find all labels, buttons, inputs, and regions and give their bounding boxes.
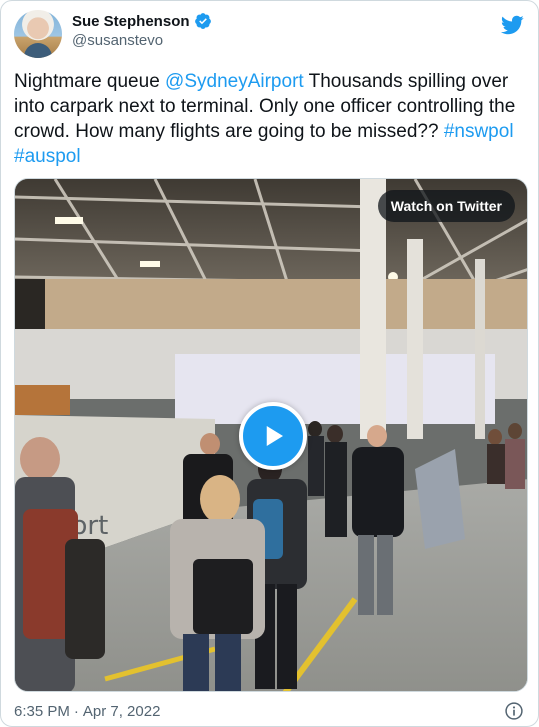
hashtag-link[interactable]: #auspol [14, 146, 81, 167]
tweet-time[interactable]: 6:35 PM [14, 703, 70, 720]
play-icon [266, 426, 283, 446]
watch-on-twitter-button[interactable]: Watch on Twitter [377, 190, 515, 222]
verified-badge-icon [194, 13, 211, 29]
tweet-card: Sue Stephenson @susanstevo Nightmare que… [0, 0, 539, 727]
avatar-figure [24, 43, 52, 58]
author-handle[interactable]: @susanstevo [72, 32, 212, 49]
name-row: Sue Stephenson [72, 12, 212, 30]
timestamp-separator: · [73, 703, 79, 720]
author-avatar[interactable] [14, 10, 62, 58]
author-info: Sue Stephenson @susanstevo [72, 12, 212, 49]
video-player[interactable]: port Watch on Twitter [14, 178, 528, 692]
info-icon[interactable] [504, 701, 524, 721]
tweet-text-segment: Nightmare queue [14, 71, 166, 92]
twitter-bird-icon[interactable] [500, 13, 524, 37]
play-button[interactable] [239, 402, 307, 470]
tweet-text: Nightmare queue @SydneyAirport Thousands… [14, 69, 526, 169]
tweet-timestamp[interactable]: 6:35 PM · Apr 7, 2022 [14, 703, 160, 720]
mention-link[interactable]: @SydneyAirport [165, 71, 304, 92]
hashtag-link[interactable]: #nswpol [444, 121, 514, 142]
tweet-date[interactable]: Apr 7, 2022 [83, 703, 161, 720]
author-display-name[interactable]: Sue Stephenson [72, 13, 190, 30]
